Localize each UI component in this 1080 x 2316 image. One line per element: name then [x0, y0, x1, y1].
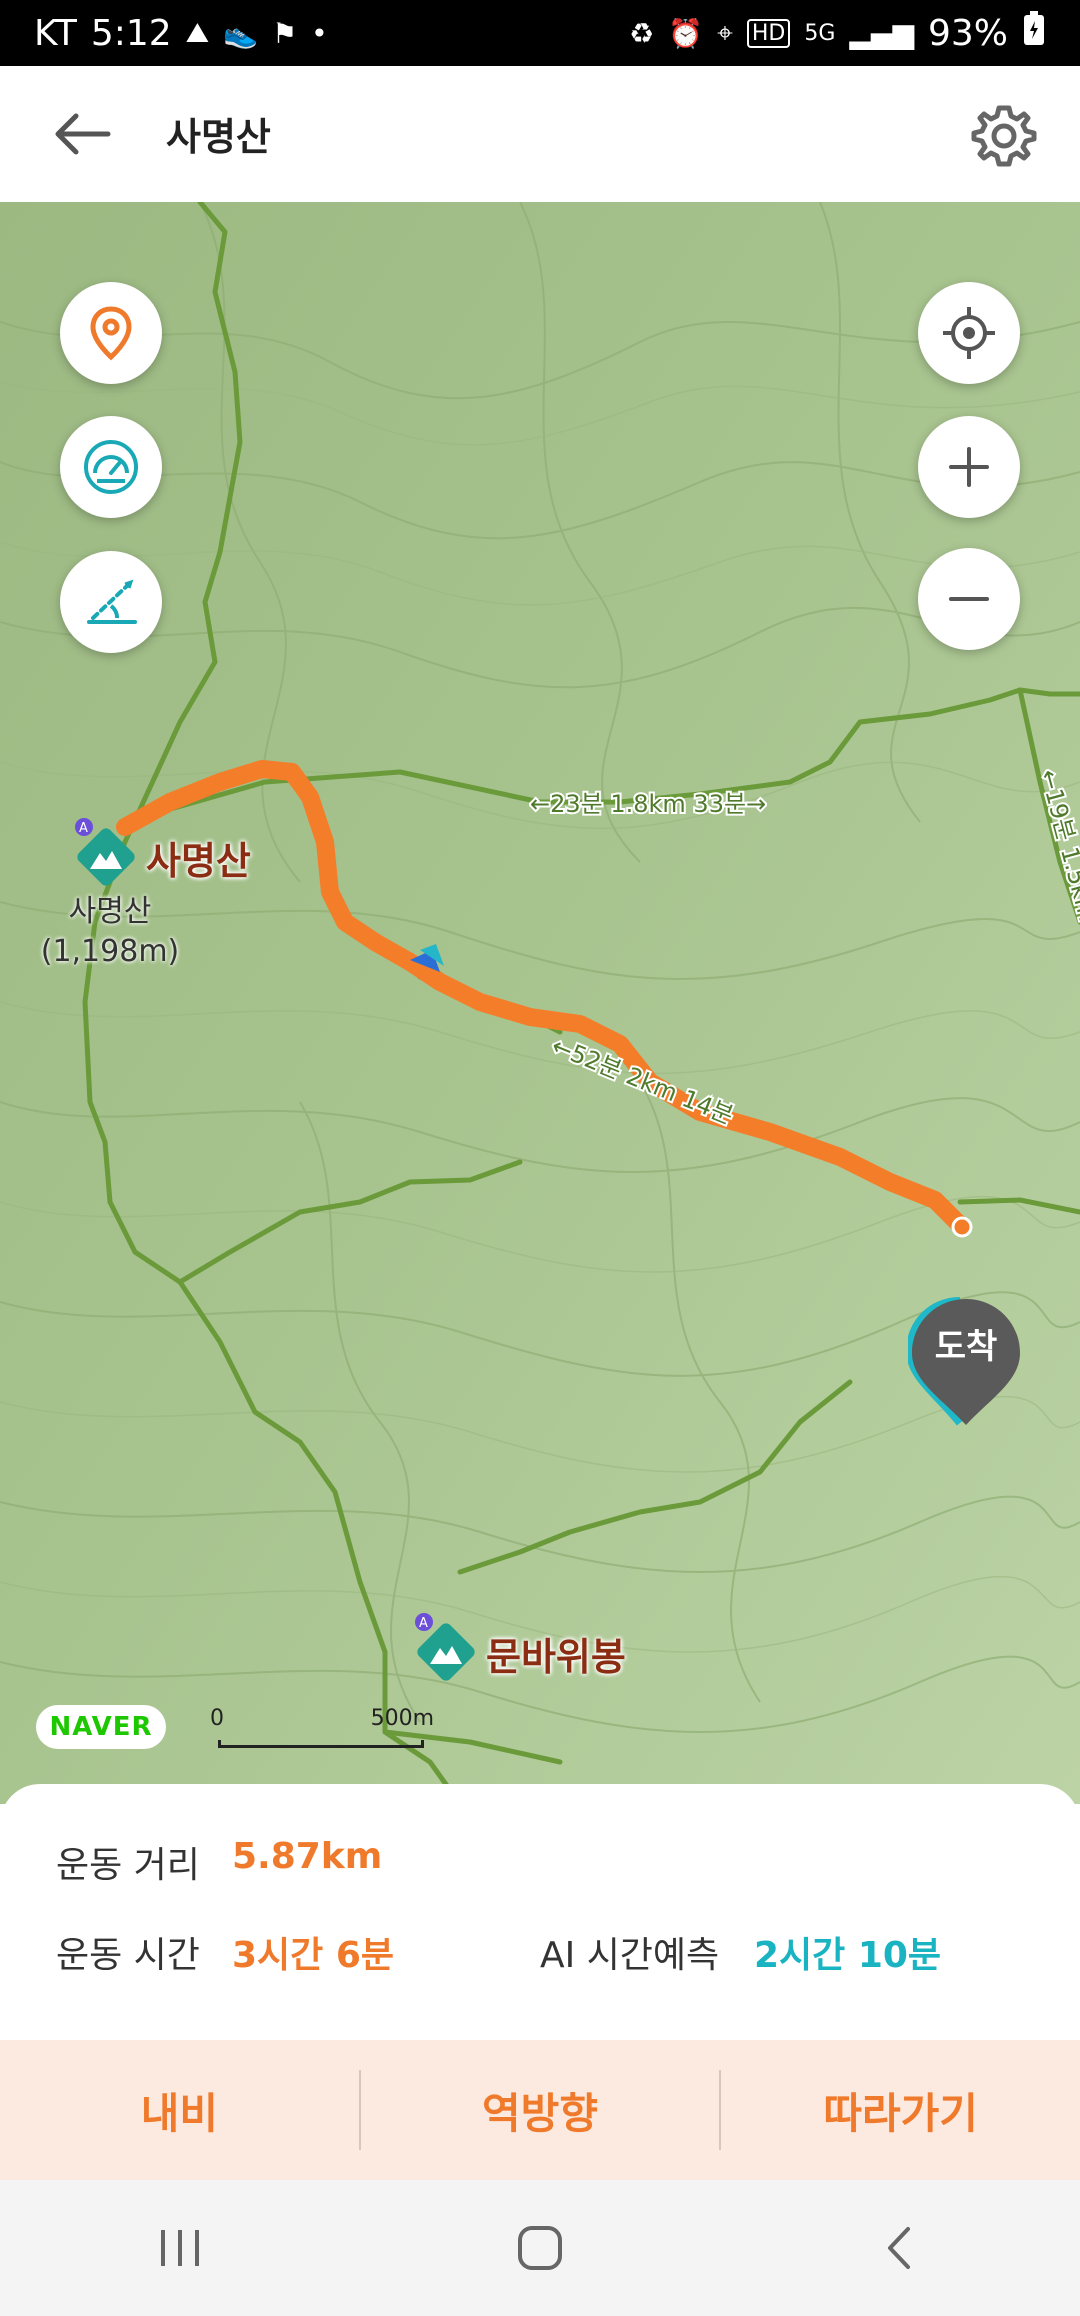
location-icon: ⌖	[717, 16, 733, 49]
speed-button[interactable]	[60, 416, 162, 518]
signal-icon: ▂▄▆	[849, 16, 914, 50]
arrival-label: 도착	[934, 1327, 998, 1367]
crosshair-icon	[943, 307, 995, 359]
recycle-icon: ♻	[629, 16, 655, 50]
network-badge: 5G	[804, 20, 836, 46]
arrival-marker[interactable]: 도착	[905, 1297, 1024, 1427]
minus-icon	[949, 597, 989, 601]
battery-icon	[1022, 10, 1046, 56]
system-back-button[interactable]	[840, 2208, 960, 2288]
clock: 5:12	[90, 12, 172, 54]
distance-value: 5.87km	[232, 1836, 383, 1877]
scale-start: 0	[210, 1706, 224, 1731]
settings-button[interactable]	[968, 100, 1040, 172]
peak-label: 문바위봉	[486, 1635, 626, 1679]
elevation-profile-icon	[87, 579, 137, 624]
location-pin-icon	[90, 306, 132, 361]
ai-prediction-value: 2시간 10분	[754, 1935, 942, 1976]
peak-marker-samyeongsan[interactable]: A	[70, 817, 140, 897]
carrier-label: KT	[34, 12, 77, 54]
map-view[interactable]: ←23분 1.8km 33분→ ←19분 1.5km ←52분 2km 14분	[0, 202, 1080, 1804]
time-value: 3시간 6분	[232, 1935, 394, 1976]
time-label: 운동 시간	[56, 1935, 200, 1976]
system-nav-bar	[0, 2180, 1080, 2316]
ai-prediction-label: AI 시간예측	[540, 1935, 720, 1976]
location-pin-button[interactable]	[60, 282, 162, 384]
zoom-out-button[interactable]	[918, 548, 1020, 650]
svg-text:A: A	[419, 1616, 428, 1631]
peak-label: 사명산	[146, 839, 251, 883]
peak-sub-name: 사명산	[68, 894, 152, 929]
peak-elevation: (1,198m)	[40, 934, 180, 969]
battery-percent: 93%	[927, 12, 1008, 54]
chevron-left-icon	[888, 2227, 910, 2269]
scale-bar	[218, 1740, 424, 1748]
home-button[interactable]	[480, 2208, 600, 2288]
status-right: ♻ ⏰ ⌖ HD 5G ▂▄▆ 93%	[629, 10, 1046, 56]
navigate-button[interactable]: 내비	[0, 2080, 359, 2141]
distance-label: 운동 거리	[56, 1845, 200, 1886]
gear-icon	[971, 105, 1037, 167]
speedometer-icon	[84, 440, 138, 494]
action-bar: 내비 역방향 따라가기	[0, 2040, 1080, 2180]
arrow-left-icon	[55, 113, 111, 155]
map-scale: 0 500m	[210, 1706, 434, 1748]
plus-icon	[949, 447, 989, 487]
status-bar: KT 5:12 ⛰ 👟 ⚑ • ♻ ⏰ ⌖ HD 5G ▂▄▆ 93%	[0, 0, 1080, 66]
scale-end: 500m	[370, 1706, 434, 1731]
elevation-button[interactable]	[60, 551, 162, 653]
mountain-icon: A	[415, 1613, 475, 1681]
recent-apps-button[interactable]	[120, 2208, 240, 2288]
mountain-icon: A	[75, 818, 135, 886]
flag-icon: ⚑	[272, 16, 298, 50]
app-bar: 사명산	[0, 66, 1080, 202]
alarm-icon: ⏰	[668, 16, 704, 50]
locate-button[interactable]	[918, 282, 1020, 384]
shoe-icon: 👟	[223, 16, 259, 50]
trail-label-1: ←23분 1.8km 33분→	[530, 790, 766, 818]
peak-marker-munbawibong[interactable]: A	[410, 1612, 480, 1692]
hd-badge: HD	[746, 18, 791, 48]
dot-icon: •	[311, 16, 328, 50]
page-title: 사명산	[166, 115, 271, 159]
recent-apps-icon	[161, 2230, 199, 2266]
reverse-button[interactable]: 역방향	[361, 2080, 720, 2141]
follow-button[interactable]: 따라가기	[721, 2080, 1080, 2141]
back-button[interactable]	[52, 106, 132, 162]
status-left: KT 5:12 ⛰ 👟 ⚑ •	[34, 13, 328, 54]
terrain-map: ←23분 1.8km 33분→ ←19분 1.5km ←52분 2km 14분	[0, 202, 1080, 1804]
naver-logo[interactable]: NAVER	[36, 1705, 166, 1749]
svg-text:A: A	[79, 821, 88, 836]
hiking-icon: ⛰	[185, 16, 210, 49]
peak-sub-label: 사명산 (1,198m)	[40, 892, 180, 972]
home-icon	[518, 2226, 562, 2270]
stats-card: 운동 거리 5.87km 운동 시간 3시간 6분 AI 시간예측 2시간 10…	[0, 1784, 1080, 2044]
zoom-in-button[interactable]	[918, 416, 1020, 518]
